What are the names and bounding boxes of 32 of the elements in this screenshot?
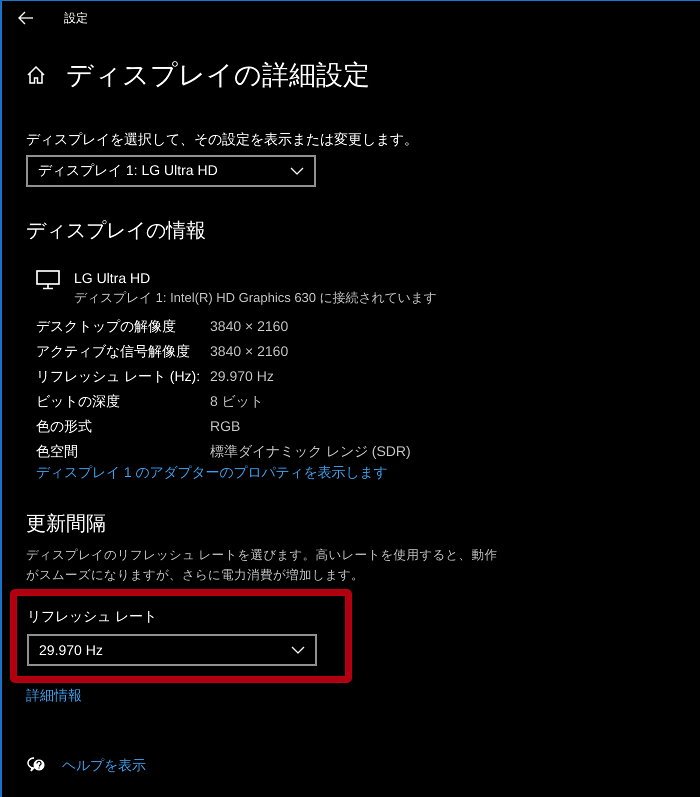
help-link[interactable]: ヘルプを表示 [62, 755, 146, 775]
monitor-name: LG Ultra HD [74, 269, 152, 288]
page-title: ディスプレイの詳細設定 [66, 59, 370, 92]
info-label: デスクトップの解像度 [36, 317, 177, 336]
section-heading: ディスプレイの情報 [26, 219, 207, 244]
adapter-properties-link[interactable]: ディスプレイ 1 のアダプターのプロパティを表示します [36, 462, 388, 482]
help-chat-icon [26, 756, 46, 774]
window-title: 設定 [64, 10, 88, 26]
info-label: リフレッシュ レート (Hz): [36, 367, 202, 386]
monitor-detail: ディスプレイ 1: Intel(R) HD Graphics 630 に接続されています [74, 289, 437, 307]
info-value: 標準ダイナミック レンジ (SDR) [210, 442, 412, 461]
info-label: 色空間 [36, 442, 79, 461]
info-value: 3840 × 2160 [210, 342, 290, 361]
info-label: アクティブな信号解像度 [36, 342, 191, 361]
instruction-text: ディスプレイを選択して、その設定を表示または変更します。 [26, 130, 419, 149]
refresh-rate-dropdown[interactable]: 29.970 Hz [27, 634, 317, 666]
chevron-down-icon [290, 167, 304, 175]
back-icon[interactable] [18, 11, 34, 25]
info-label: ビットの深度 [36, 392, 121, 411]
info-value: 3840 × 2160 [210, 317, 290, 336]
info-value: 29.970 Hz [210, 367, 275, 386]
info-value: RGB [210, 417, 242, 436]
home-icon[interactable] [26, 65, 46, 85]
info-value: 8 ビット [210, 392, 265, 411]
chevron-down-icon [291, 646, 305, 654]
info-label: 色の形式 [36, 417, 93, 436]
monitor-icon [36, 270, 60, 290]
refresh-description: ディスプレイのリフレッシュ レートを選びます。高いレートを使用すると、動作がスムーズになりますが、さらに電力消費が増加します。 [26, 547, 498, 584]
more-info-link[interactable]: 詳細情報 [26, 685, 82, 705]
display-dropdown[interactable]: ディスプレイ 1: LG Ultra HD [26, 155, 316, 187]
section-heading: 更新間隔 [26, 512, 107, 537]
field-label: リフレッシュ レート [27, 607, 158, 626]
